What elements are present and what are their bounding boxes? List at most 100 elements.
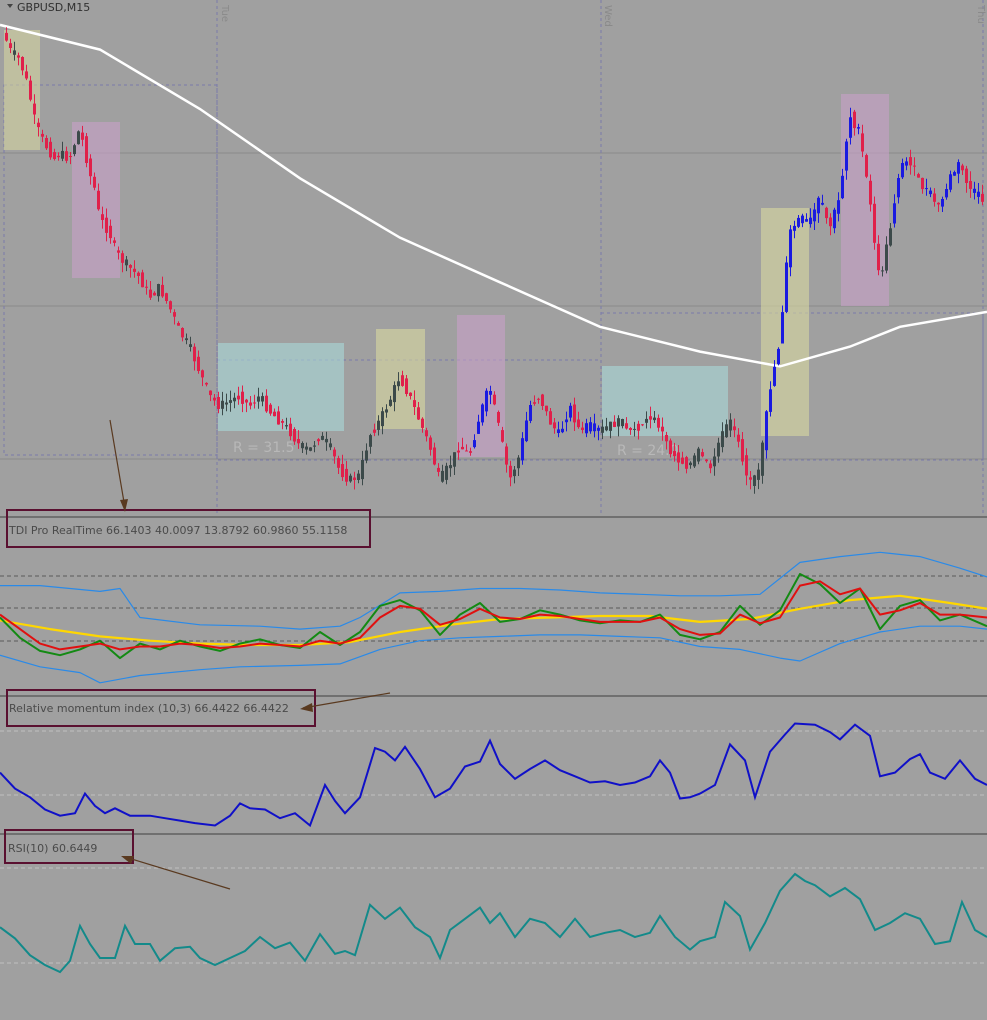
candle-body	[881, 270, 884, 272]
candle-body	[677, 452, 680, 463]
candle-body	[153, 292, 156, 296]
candle-body	[237, 395, 240, 400]
candle-body	[53, 152, 56, 159]
candle-body	[805, 219, 808, 222]
candle-body	[937, 202, 940, 205]
candle-body	[273, 411, 276, 417]
candle-body	[625, 423, 628, 429]
candle-body	[149, 289, 152, 298]
candle-body	[829, 217, 832, 227]
candle-body	[669, 440, 672, 455]
candle-body	[25, 71, 28, 79]
candle-body	[649, 416, 652, 420]
candle-body	[41, 133, 44, 137]
candle-body	[965, 168, 968, 183]
candle-body	[621, 419, 624, 427]
session-box-magenta	[457, 315, 505, 457]
candle-body	[545, 405, 548, 412]
candle-body	[417, 407, 420, 420]
candle-body	[925, 188, 928, 190]
candle-body	[337, 458, 340, 468]
candle-body	[381, 411, 384, 427]
candle-body	[333, 449, 336, 457]
candle-body	[121, 253, 124, 263]
candle-body	[749, 477, 752, 480]
session-box-magenta	[841, 94, 889, 306]
candle-body	[941, 199, 944, 207]
candle-body	[241, 391, 244, 404]
candle-body	[361, 460, 364, 480]
candle-body	[101, 214, 104, 220]
candle-body	[861, 133, 864, 152]
candle-body	[249, 402, 252, 406]
rmi-indicator-label: Relative momentum index (10,3) 66.4422 6…	[9, 702, 289, 715]
candle-body	[689, 462, 692, 466]
candle-body	[557, 429, 560, 433]
candle-body	[309, 447, 312, 451]
candle-body	[33, 103, 36, 115]
candle-body	[81, 132, 84, 140]
candle-body	[825, 207, 828, 219]
session-box-cyan	[218, 343, 344, 431]
candle-body	[261, 396, 264, 402]
candle-body	[789, 229, 792, 268]
candle-body	[665, 435, 668, 442]
candle-body	[197, 356, 200, 371]
candle-body	[213, 397, 216, 401]
candle-body	[885, 244, 888, 271]
candle-body	[517, 457, 520, 469]
rsi-indicator-label: RSI(10) 60.6449	[8, 842, 97, 855]
candle-body	[833, 209, 836, 229]
candle-body	[445, 465, 448, 480]
candle-body	[489, 391, 492, 395]
candle-body	[529, 405, 532, 421]
session-box-yellow	[761, 208, 809, 436]
candle-body	[909, 157, 912, 166]
candle-body	[661, 426, 664, 432]
candle-body	[865, 155, 868, 177]
candle-body	[457, 450, 460, 453]
candle-body	[581, 427, 584, 430]
candle-body	[485, 390, 488, 412]
candle-body	[17, 55, 20, 58]
candle-body	[785, 262, 788, 312]
chart-canvas[interactable]: Tue Wed Thu R = 31.5 R = 24.0 GBPUSD,M15…	[0, 0, 987, 1016]
candle-body	[345, 468, 348, 482]
candle-body	[773, 366, 776, 386]
candle-body	[981, 193, 984, 202]
chart-window: Tue Wed Thu R = 31.5 R = 24.0 GBPUSD,M15…	[0, 0, 987, 1016]
candle-body	[45, 138, 48, 149]
candle-body	[617, 418, 620, 427]
candle-body	[605, 426, 608, 431]
candle-body	[233, 397, 236, 402]
candle-body	[85, 136, 88, 163]
candle-body	[641, 424, 644, 426]
range-label: R = 31.5	[233, 440, 295, 456]
candle-body	[181, 328, 184, 338]
candle-body	[461, 446, 464, 450]
candle-body	[877, 243, 880, 271]
candle-body	[525, 420, 528, 442]
candle-body	[737, 434, 740, 442]
candle-body	[161, 284, 164, 297]
candle-body	[125, 259, 128, 266]
candle-body	[425, 430, 428, 437]
candle-body	[813, 209, 816, 222]
candle-body	[469, 451, 472, 453]
candle-body	[601, 426, 604, 433]
candle-body	[73, 145, 76, 155]
candle-body	[561, 428, 564, 433]
candle-body	[681, 457, 684, 464]
candle-body	[745, 455, 748, 476]
candle-body	[969, 181, 972, 189]
candle-body	[629, 428, 632, 430]
candle-body	[913, 165, 916, 167]
candle-body	[721, 431, 724, 448]
candle-body	[809, 217, 812, 225]
candle-body	[449, 465, 452, 469]
candle-body	[953, 172, 956, 176]
candle-body	[801, 215, 804, 224]
candle-body	[349, 475, 352, 482]
candle-body	[357, 473, 360, 480]
candle-body	[257, 396, 260, 402]
